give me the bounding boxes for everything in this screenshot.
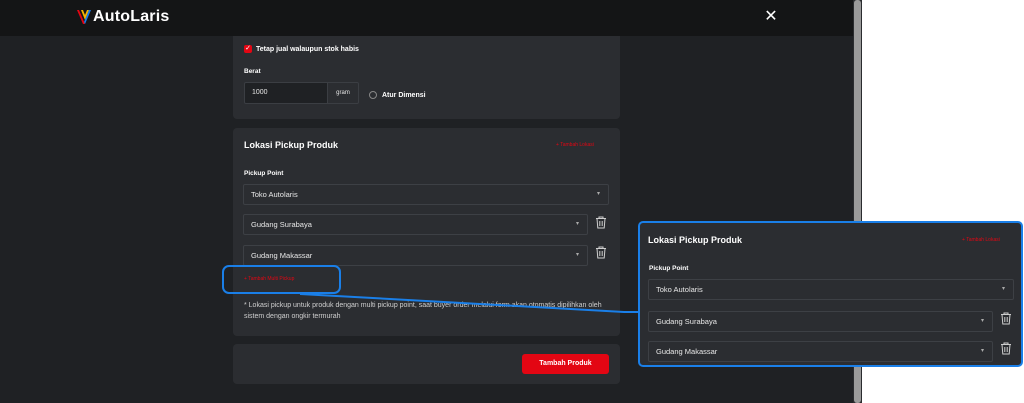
zoom-pickup-select-third[interactable]: Gudang Makassar ▾ (648, 341, 993, 362)
zoom-pickup-select-value: Gudang Surabaya (656, 317, 717, 326)
pickup-select-value: Gudang Makassar (251, 251, 313, 260)
close-icon[interactable]: ✕ (764, 7, 778, 27)
pickup-select-value: Gudang Surabaya (251, 220, 312, 229)
pickup-select-main[interactable]: Toko Autolaris ▾ (243, 184, 609, 205)
keep-selling-label: Tetap jual walaupun stok habis (256, 45, 359, 53)
weight-input[interactable]: 1000 (244, 82, 328, 104)
pickup-location-card: Lokasi Pickup Produk + Tambah Lokasi Pic… (233, 128, 620, 336)
chevron-down-icon: ▾ (1001, 286, 1005, 292)
pickup-title: Lokasi Pickup Produk (244, 140, 339, 150)
trash-icon[interactable] (1000, 342, 1012, 355)
pickup-note: * Lokasi pickup untuk produk dengan mult… (244, 302, 602, 320)
zoom-pickup-select-main[interactable]: Toko Autolaris ▾ (648, 279, 1014, 300)
zoom-pickup-select-second[interactable]: Gudang Surabaya ▾ (648, 311, 993, 332)
dimension-option[interactable]: Atur Dimensi (369, 91, 426, 99)
zoom-pickup-select-value: Gudang Makassar (656, 347, 718, 356)
trash-icon[interactable] (1000, 312, 1012, 325)
add-product-button[interactable]: Tambah Produk (522, 354, 609, 374)
zoom-pickup-select-value: Toko Autolaris (656, 285, 703, 294)
trash-icon[interactable] (595, 246, 607, 259)
zoom-pickup-title: Lokasi Pickup Produk (648, 235, 743, 245)
dimension-radio[interactable] (369, 91, 377, 99)
top-bar: AutoLaris ✕ (0, 0, 853, 36)
brand-name: AutoLaris (93, 8, 170, 25)
submit-card: Tambah Produk (233, 344, 620, 384)
zoom-add-location-link[interactable]: + Tambah Lokasi (962, 237, 1000, 243)
chevron-down-icon: ▾ (596, 191, 600, 197)
pickup-point-label: Pickup Point (244, 170, 284, 177)
chevron-down-icon: ▾ (980, 348, 984, 354)
logo-mark-icon (77, 8, 91, 26)
dimension-label: Atur Dimensi (382, 91, 426, 99)
pickup-select-second[interactable]: Gudang Surabaya ▾ (243, 214, 588, 235)
pickup-select-value: Toko Autolaris (251, 190, 298, 199)
zoomed-pickup-panel: Lokasi Pickup Produk + Tambah Lokasi Pic… (638, 221, 1023, 367)
chevron-down-icon: ▾ (575, 221, 579, 227)
trash-icon[interactable] (595, 216, 607, 229)
zoom-pickup-point-label: Pickup Point (649, 265, 689, 272)
chevron-down-icon: ▾ (575, 252, 579, 258)
weight-label: Berat (244, 68, 261, 75)
chevron-down-icon: ▾ (980, 318, 984, 324)
check-icon[interactable]: ✓ (244, 45, 252, 53)
keep-selling-option[interactable]: ✓ Tetap jual walaupun stok habis (244, 45, 359, 53)
weight-unit: gram (327, 82, 359, 104)
stock-weight-card: ✓ Tetap jual walaupun stok habis Berat 1… (233, 36, 620, 119)
brand-logo[interactable]: AutoLaris (77, 7, 169, 27)
add-location-link[interactable]: + Tambah Lokasi (556, 142, 594, 148)
pickup-select-third[interactable]: Gudang Makassar ▾ (243, 245, 588, 266)
highlight-add-multi-pickup (222, 265, 341, 294)
